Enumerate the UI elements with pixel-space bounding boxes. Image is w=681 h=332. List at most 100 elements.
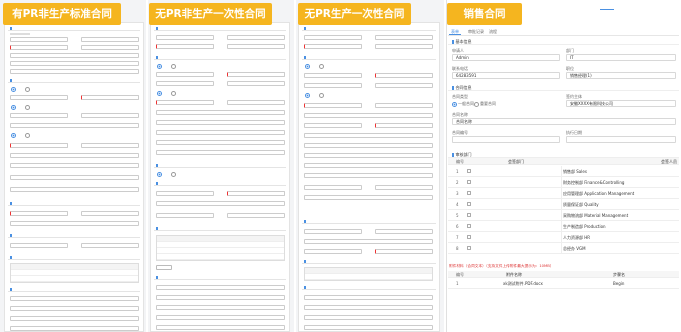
field-input[interactable] [375,35,433,40]
field-input[interactable] [81,95,139,100]
field-input[interactable] [375,103,433,108]
row-checkbox[interactable] [467,191,471,195]
department-field[interactable]: IT [566,54,676,61]
field-input[interactable] [156,295,285,300]
field-input[interactable] [304,113,433,118]
field-input[interactable] [10,53,139,58]
field-input[interactable] [375,229,433,234]
field-input[interactable] [10,296,139,301]
field-input[interactable] [304,185,362,190]
field-input[interactable] [10,143,68,148]
field-input[interactable] [375,123,433,128]
table-row[interactable]: 1 销售部 Sales [448,166,679,177]
field-input[interactable] [304,133,433,138]
field-input[interactable] [81,143,139,148]
radio-option[interactable] [157,64,163,69]
field-input[interactable] [304,315,433,320]
field-input[interactable] [156,44,214,49]
field-input[interactable] [227,35,285,40]
field-input[interactable] [10,243,68,248]
field-input[interactable] [304,44,362,49]
field-input[interactable] [375,249,433,254]
position-field[interactable]: 销售经理(1) [566,72,676,79]
attachment-link[interactable]: xk测试附件.PDF.docx [503,281,543,287]
field-input[interactable] [81,37,139,42]
field-input[interactable] [10,45,68,50]
add-row-button[interactable] [156,265,172,270]
radio-option[interactable] [25,87,31,92]
contract-party-field[interactable]: 安徽XXXX有限科技公司 [566,100,676,107]
radio-option[interactable] [171,64,177,69]
phone-field[interactable]: 64283591 [452,72,560,79]
table-row[interactable]: 2 财务控制部 Finance&Controlling [448,177,679,188]
field-input[interactable] [156,201,285,206]
table-row[interactable]: 5 采购物流部 Material Management [448,210,679,221]
field-input[interactable] [10,69,139,74]
field-input[interactable] [375,83,433,88]
field-input[interactable] [227,44,285,49]
field-input[interactable] [156,72,214,77]
field-input[interactable] [304,295,433,300]
field-input[interactable] [10,187,139,192]
field-input[interactable] [10,221,139,226]
radio-option[interactable] [157,172,163,177]
radio-option[interactable] [25,105,31,110]
table-row[interactable]: 7 人力资源部 HR [448,232,679,243]
row-checkbox[interactable] [467,235,471,239]
field-input[interactable] [156,35,214,40]
field-input[interactable] [10,113,68,118]
field-input[interactable] [227,72,285,77]
field-input[interactable] [304,163,433,168]
field-input[interactable] [156,110,285,115]
radio-option[interactable] [11,87,17,92]
row-checkbox[interactable] [467,246,471,250]
field-input[interactable] [375,185,433,190]
radio-option[interactable] [11,133,17,138]
field-input[interactable] [304,239,433,244]
field-input[interactable] [375,73,433,78]
radio-option[interactable] [319,64,325,69]
field-input[interactable] [156,130,285,135]
radio-option[interactable] [11,105,17,110]
row-checkbox[interactable] [467,169,471,173]
field-input[interactable] [304,305,433,310]
field-input[interactable] [156,315,285,320]
field-input[interactable] [81,45,139,50]
field-input[interactable] [10,153,139,158]
field-input[interactable] [156,120,285,125]
radio-option[interactable] [157,91,163,96]
radio-option[interactable] [305,93,311,98]
field-input[interactable] [156,81,214,86]
field-input[interactable] [156,150,285,155]
field-input[interactable] [156,285,285,290]
field-input[interactable] [81,243,139,248]
field-input[interactable] [304,123,362,128]
field-input[interactable] [227,100,285,105]
field-input[interactable] [10,37,68,42]
field-input[interactable] [156,191,214,196]
field-input[interactable] [10,61,139,66]
field-input[interactable] [10,163,139,168]
field-input[interactable] [156,325,285,330]
field-input[interactable] [156,140,285,145]
field-input[interactable] [304,35,362,40]
exec-date-field[interactable] [566,136,676,143]
contract-type-important-radio[interactable]: 重要合同 [474,101,496,107]
field-input[interactable] [81,113,139,118]
field-input[interactable] [10,123,139,128]
field-input[interactable] [375,44,433,49]
row-checkbox[interactable] [467,202,471,206]
field-input[interactable] [304,153,433,158]
contract-name-field[interactable]: 合同名称 [452,118,676,125]
field-input[interactable] [304,325,433,330]
contract-number-field[interactable] [452,136,560,143]
field-input[interactable] [304,103,362,108]
field-input[interactable] [304,249,362,254]
field-input[interactable] [156,305,285,310]
row-checkbox[interactable] [467,180,471,184]
field-input[interactable] [10,316,139,321]
table-row[interactable]: 4 质量保证部 Quality [448,199,679,210]
field-input[interactable] [10,326,139,331]
field-input[interactable] [227,213,285,218]
row-checkbox[interactable] [467,224,471,228]
